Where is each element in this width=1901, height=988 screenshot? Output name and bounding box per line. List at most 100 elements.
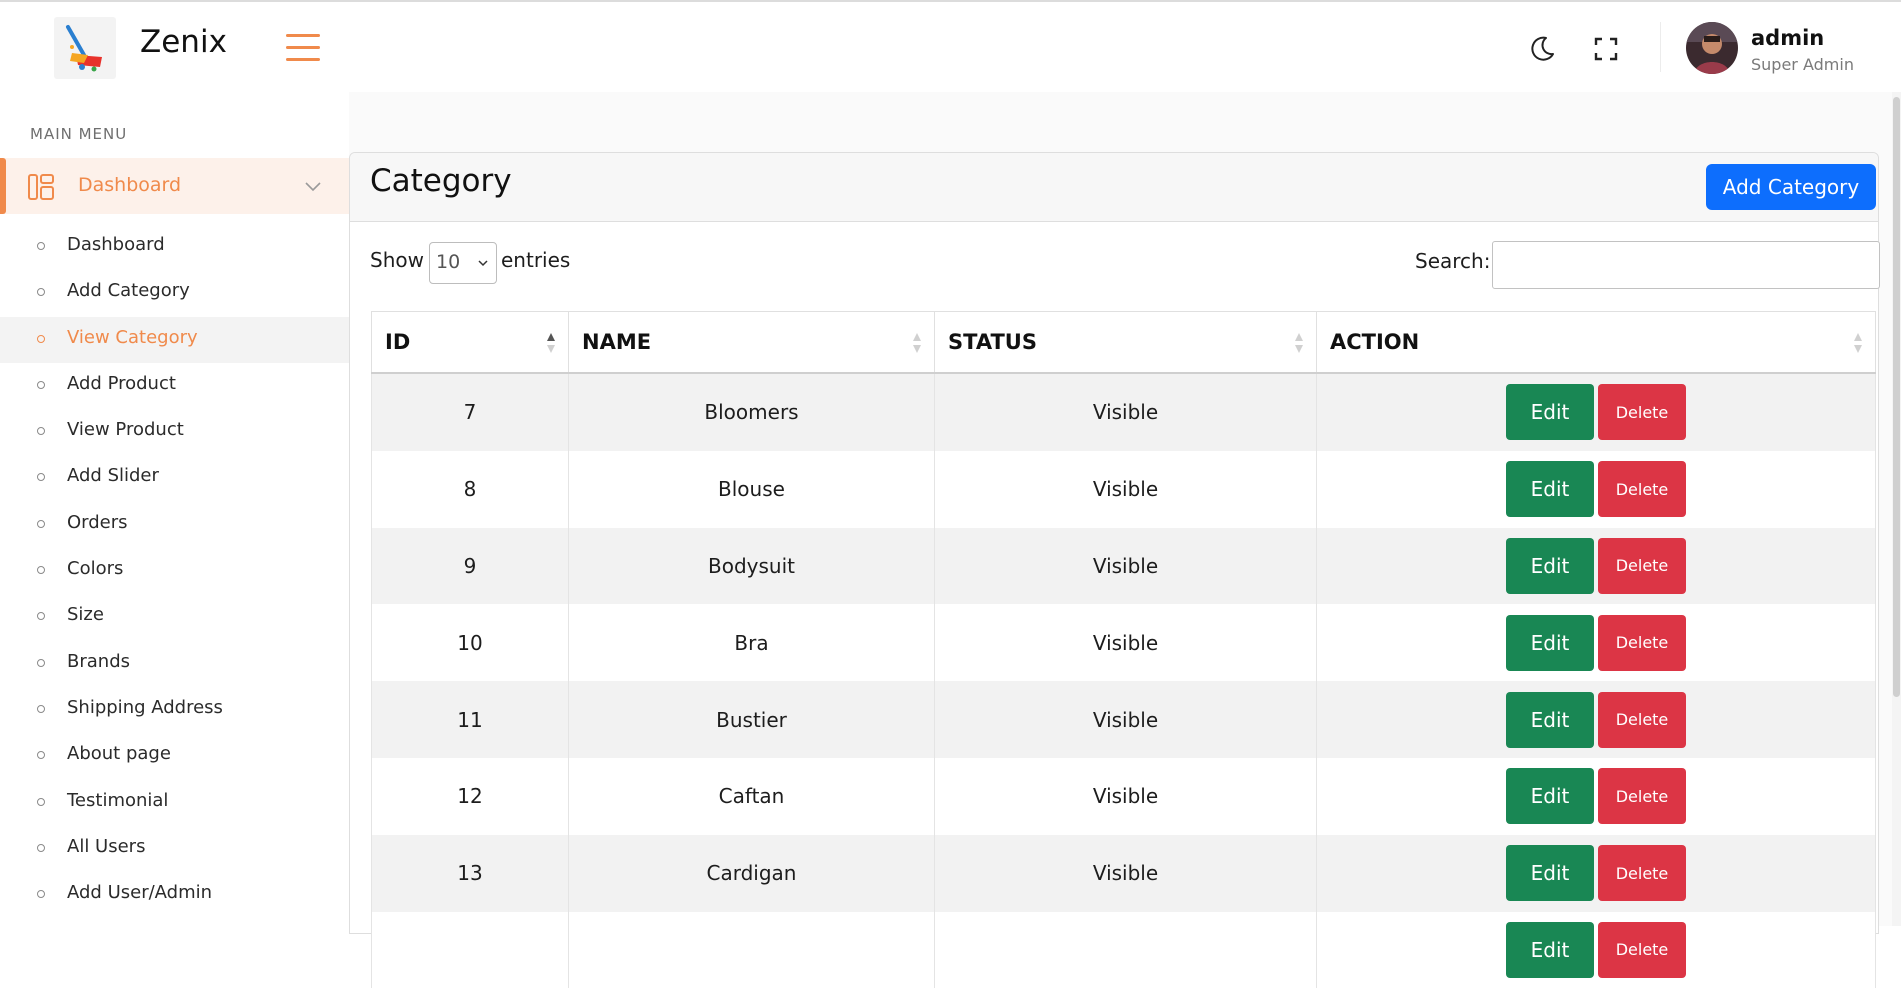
logo-icon [66,25,102,72]
edit-button[interactable]: Edit [1506,461,1594,518]
sidebar-item-label: Add Slider [67,465,159,487]
table-row: 8 Blouse Visible Edit Delete [371,450,1876,528]
expand-icon[interactable] [1594,37,1618,61]
edit-button[interactable]: Edit [1506,384,1594,441]
sidebar-item-shipping-address[interactable]: Shipping Address [0,687,349,733]
sidebar-item-size[interactable]: Size [0,594,349,640]
sidebar-item-add-user-admin[interactable]: Add User/Admin [0,872,349,918]
sidebar-item-testimonial[interactable]: Testimonial [0,780,349,826]
entries-value: 10 [436,251,461,273]
column-header-label: ID [385,330,411,354]
cell-action: Edit Delete [1316,373,1876,451]
table-row: 10 Bra Visible Edit Delete [371,604,1876,682]
user-photo [1686,22,1738,74]
column-header-status[interactable]: STATUS [934,311,1317,374]
sidebar-item-view-product[interactable]: View Product [0,409,349,455]
bullet-icon [37,890,45,899]
delete-button[interactable]: Delete [1598,384,1686,441]
column-header-label: ACTION [1330,330,1420,354]
sort-icon [913,333,921,353]
hamburger-icon[interactable] [286,34,322,62]
card-header: Category Add Category [350,153,1878,222]
sidebar-item-label: View Category [67,326,198,348]
delete-button[interactable]: Delete [1598,461,1686,518]
page-scrollbar[interactable] [1892,92,1901,926]
sidebar-item-about-page[interactable]: About page [0,733,349,779]
cell-name: Cardigan [568,834,935,912]
column-header-id[interactable]: ID [371,311,569,374]
sidebar-item-label: Add User/Admin [67,882,213,904]
delete-button[interactable]: Delete [1598,845,1686,902]
edit-button[interactable]: Edit [1506,921,1594,978]
entries-label: entries [501,248,571,272]
delete-button[interactable]: Delete [1598,768,1686,825]
sidebar-item-colors[interactable]: Colors [0,548,349,594]
sidebar: MAIN MENU Dashboard Dashboard Add Catego… [0,92,349,926]
sidebar-item-label: Brands [67,650,130,672]
cell-id: 7 [371,373,569,451]
dashboard-layout-icon [28,174,54,200]
cell-id [371,911,569,988]
sidebar-item-label: Colors [67,558,124,580]
edit-button[interactable]: Edit [1506,614,1594,671]
edit-button[interactable]: Edit [1506,691,1594,748]
table-row: 11 Bustier Visible Edit Delete [371,681,1876,758]
cell-id: 12 [371,757,569,835]
sidebar-item-label: Dashboard [67,234,165,255]
bullet-icon [37,658,45,667]
header-divider [1660,22,1661,72]
cell-status: Visible [934,604,1317,682]
delete-button[interactable]: Delete [1598,537,1686,594]
avatar[interactable] [1686,22,1738,74]
search-label: Search: [1415,249,1491,273]
column-header-label: STATUS [948,330,1037,354]
sidebar-item-add-slider[interactable]: Add Slider [0,455,349,501]
bullet-icon [37,704,45,713]
bullet-icon [37,843,45,852]
cell-status: Visible [934,450,1317,528]
sidebar-item-view-category[interactable]: View Category [0,316,349,363]
cell-name [568,911,935,988]
sidebar-section-dashboard[interactable]: Dashboard [0,158,349,214]
delete-button[interactable]: Delete [1598,691,1686,748]
bullet-icon [37,427,45,436]
add-category-button[interactable]: Add Category [1706,164,1876,210]
delete-button[interactable]: Delete [1598,614,1686,671]
sidebar-item-add-category[interactable]: Add Category [0,270,349,316]
sidebar-item-add-product[interactable]: Add Product [0,363,349,409]
brand-name: Zenix [140,24,227,60]
edit-button[interactable]: Edit [1506,845,1594,902]
brand-logo[interactable] [54,17,116,79]
sidebar-item-all-users[interactable]: All Users [0,826,349,872]
column-header-name[interactable]: NAME [568,311,935,374]
bullet-icon [37,380,45,389]
moon-icon[interactable] [1527,34,1557,64]
table-row: Edit Delete [371,911,1876,988]
bullet-icon [37,242,45,250]
sidebar-item-dashboard[interactable]: Dashboard [0,224,349,270]
column-header-action[interactable]: ACTION [1316,311,1876,374]
sidebar-item-label: Add Category [67,280,190,302]
table-row: 7 Bloomers Visible Edit Delete [371,373,1876,451]
bullet-icon [37,566,45,575]
sidebar-item-label: Size [67,604,104,626]
search-input[interactable] [1492,241,1880,289]
scrollbar-thumb[interactable] [1893,97,1900,697]
cell-action: Edit Delete [1316,681,1876,758]
edit-button[interactable]: Edit [1506,768,1594,825]
cell-name: Blouse [568,450,935,528]
sidebar-item-label: Shipping Address [67,696,223,718]
cell-id: 8 [371,450,569,528]
chevron-down-icon[interactable] [304,177,322,195]
table-row: 13 Cardigan Visible Edit Delete [371,834,1876,912]
bullet-icon [37,334,45,343]
bullet-icon [37,473,45,482]
edit-button[interactable]: Edit [1506,537,1594,594]
sidebar-item-brands[interactable]: Brands [0,641,349,687]
delete-button[interactable]: Delete [1598,921,1686,978]
sidebar-item-orders[interactable]: Orders [0,502,349,548]
category-card: Category Add Category Show 10 entries Se… [349,152,1880,988]
cell-action: Edit Delete [1316,911,1876,988]
user-name[interactable]: admin [1751,26,1824,50]
entries-select[interactable]: 10 [429,242,497,284]
